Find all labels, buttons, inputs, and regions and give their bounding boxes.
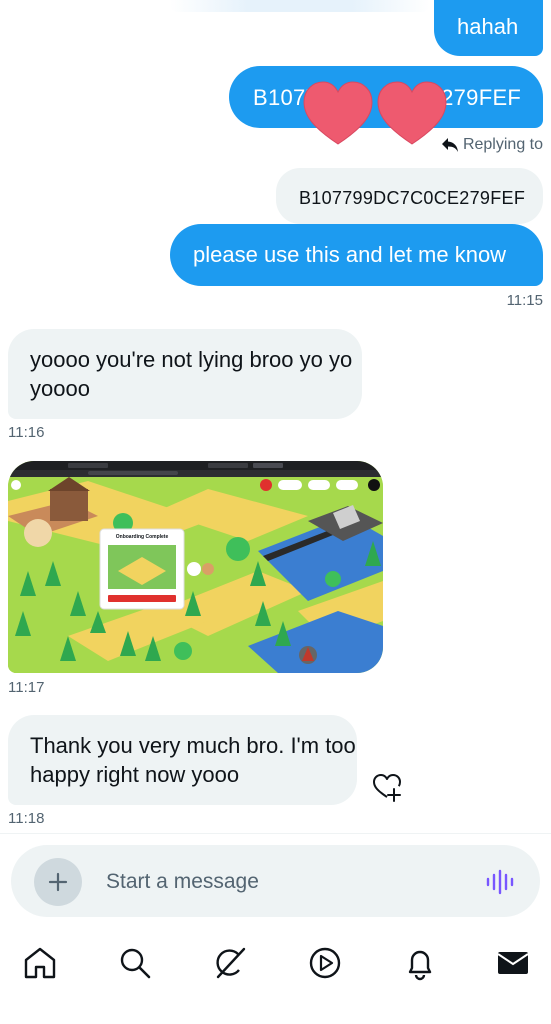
bottom-navigation bbox=[0, 935, 551, 995]
message-composer bbox=[11, 845, 540, 917]
home-icon[interactable] bbox=[22, 945, 58, 981]
game-screenshot-image: Onboarding Complete bbox=[8, 461, 383, 673]
quoted-message[interactable]: B107799DC7C0CE279FEF bbox=[276, 168, 543, 224]
message-text: please use this and let me know bbox=[193, 242, 507, 267]
video-icon[interactable] bbox=[307, 945, 343, 981]
received-message-thanks[interactable]: Thank you very much bro. I'm too happy r… bbox=[8, 715, 357, 805]
message-timestamp: 11:15 bbox=[506, 292, 543, 309]
reply-arrow-icon bbox=[441, 138, 458, 152]
media-image-attachment[interactable]: Onboarding Complete bbox=[8, 461, 383, 673]
add-media-button[interactable] bbox=[34, 858, 82, 906]
add-reaction-icon[interactable] bbox=[372, 772, 402, 802]
quoted-text: B107799DC7C0CE279FEF bbox=[299, 188, 526, 208]
message-timestamp: 11:16 bbox=[8, 424, 45, 441]
top-fade bbox=[170, 0, 430, 12]
voice-message-icon[interactable] bbox=[485, 867, 515, 897]
message-timestamp: 11:17 bbox=[8, 679, 45, 696]
grok-icon[interactable] bbox=[212, 945, 248, 981]
received-message-yoooo[interactable]: yoooo you're not lying broo yo yo yoooo bbox=[8, 329, 362, 419]
popup-title: Onboarding Complete bbox=[116, 534, 169, 540]
sent-message-please[interactable]: please use this and let me know bbox=[170, 224, 543, 286]
replying-to-label: Replying to bbox=[462, 136, 543, 153]
search-icon[interactable] bbox=[117, 945, 153, 981]
message-text: Thank you very much bro. I'm too happy r… bbox=[30, 733, 356, 787]
divider bbox=[0, 833, 551, 834]
message-input[interactable] bbox=[106, 868, 466, 896]
message-text: yoooo you're not lying broo yo yo yoooo bbox=[30, 347, 353, 401]
replying-to-indicator: Replying to bbox=[441, 136, 543, 154]
message-timestamp: 11:18 bbox=[8, 810, 45, 827]
heart-stickers-icon bbox=[303, 81, 447, 145]
plus-icon bbox=[48, 872, 68, 892]
messages-icon[interactable] bbox=[495, 945, 531, 981]
notifications-icon[interactable] bbox=[402, 945, 438, 981]
message-text: hahah bbox=[457, 14, 519, 39]
sent-message-hahah[interactable]: hahah bbox=[434, 0, 543, 56]
